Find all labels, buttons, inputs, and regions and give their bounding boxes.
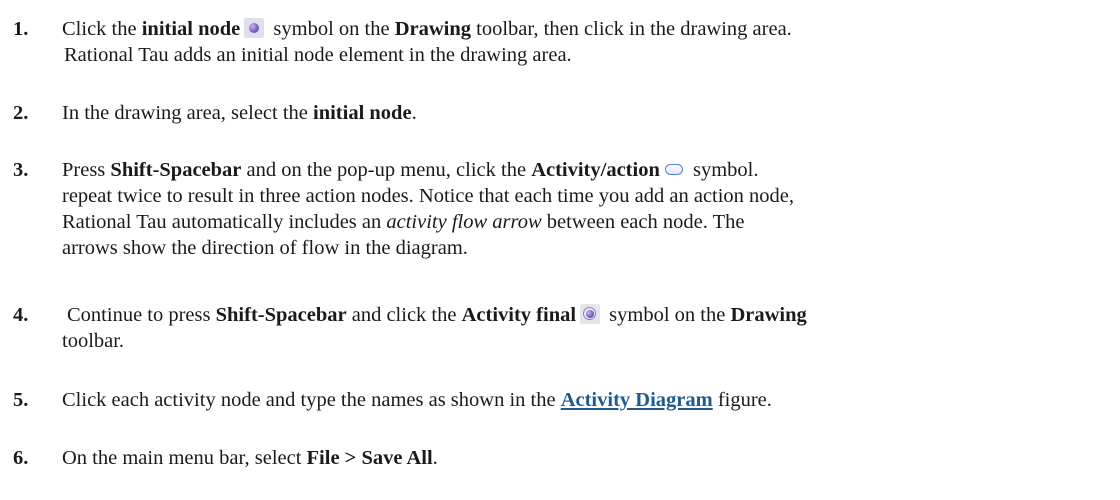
text-run: In the drawing area, select the bbox=[62, 102, 314, 124]
text-run: repeat twice to result in three action n… bbox=[62, 185, 795, 207]
step-line: Continue to press Shift-Spacebar and cli… bbox=[67, 302, 1120, 328]
step-line: toolbar. bbox=[62, 328, 1120, 354]
ui-term: Shift-Spacebar bbox=[110, 159, 242, 181]
step-line: Rational Tau automatically includes an a… bbox=[62, 209, 1117, 235]
step-number: 6. bbox=[13, 447, 29, 469]
step-number: 2. bbox=[13, 102, 29, 124]
step-line: repeat twice to result in three action n… bbox=[62, 183, 1117, 209]
emphasis-term: activity flow arrow bbox=[386, 211, 542, 233]
text-run: between each node. The bbox=[541, 211, 745, 233]
step-text: On the main menu bar, select File > Save… bbox=[62, 445, 1117, 471]
step-line: arrows show the direction of flow in the… bbox=[62, 235, 1117, 261]
step-text: Click the initial node symbol on the Dra… bbox=[62, 16, 1117, 68]
step-number: 3. bbox=[13, 159, 29, 181]
text-run: . bbox=[411, 102, 417, 124]
step-text: Press Shift-Spacebar and on the pop-up m… bbox=[62, 157, 1117, 261]
step-text: In the drawing area, select the initial … bbox=[62, 100, 1117, 126]
ui-term: Shift-Spacebar bbox=[215, 304, 347, 326]
ui-term: Activity final bbox=[461, 304, 577, 326]
initial-node-icon bbox=[244, 18, 265, 38]
text-run: Press bbox=[62, 159, 111, 181]
step-line: In the drawing area, select the initial … bbox=[62, 100, 1117, 126]
text-run: Rational Tau adds an initial node elemen… bbox=[64, 44, 572, 66]
text-run: symbol. bbox=[687, 159, 759, 181]
text-run: Rational Tau automatically includes an bbox=[62, 211, 387, 233]
step-line: Rational Tau adds an initial node elemen… bbox=[64, 42, 1117, 68]
ui-term: File > Save All bbox=[306, 447, 433, 469]
step-line: Press Shift-Spacebar and on the pop-up m… bbox=[62, 157, 1117, 183]
ui-term: initial node bbox=[141, 18, 241, 40]
text-run: and click the bbox=[346, 304, 462, 326]
ui-term: Drawing bbox=[730, 304, 807, 326]
text-run: figure. bbox=[712, 389, 772, 411]
text-run: Click each activity node and type the na… bbox=[62, 389, 561, 411]
activity-action-icon bbox=[664, 159, 684, 179]
text-run: Click the bbox=[62, 18, 142, 40]
activity-diagram-link[interactable]: Activity Diagram bbox=[561, 389, 713, 411]
text-run: toolbar, then click in the drawing area. bbox=[471, 18, 792, 40]
step-number: 4. bbox=[13, 304, 29, 326]
ui-term: initial node bbox=[313, 102, 412, 124]
ui-term: Activity/action bbox=[531, 159, 660, 181]
text-run: . bbox=[432, 447, 438, 469]
step-line: Click each activity node and type the na… bbox=[62, 387, 1117, 413]
step-text: Click each activity node and type the na… bbox=[62, 387, 1117, 413]
step-number: 1. bbox=[13, 18, 29, 40]
step-number: 5. bbox=[13, 389, 29, 411]
text-run: symbol on the bbox=[268, 18, 395, 40]
text-run: symbol on the bbox=[604, 304, 731, 326]
step-line: On the main menu bar, select File > Save… bbox=[62, 445, 1117, 471]
step-line: Click the initial node symbol on the Dra… bbox=[62, 16, 1117, 42]
text-run: and on the pop-up menu, click the bbox=[241, 159, 532, 181]
text-run: toolbar. bbox=[62, 330, 125, 352]
activity-final-icon bbox=[580, 304, 601, 324]
text-run: Continue to press bbox=[67, 304, 216, 326]
step-text: Continue to press Shift-Spacebar and cli… bbox=[62, 302, 1120, 354]
text-run: On the main menu bar, select bbox=[62, 447, 307, 469]
text-run: arrows show the direction of flow in the… bbox=[62, 237, 468, 259]
ui-term: Drawing bbox=[394, 18, 471, 40]
